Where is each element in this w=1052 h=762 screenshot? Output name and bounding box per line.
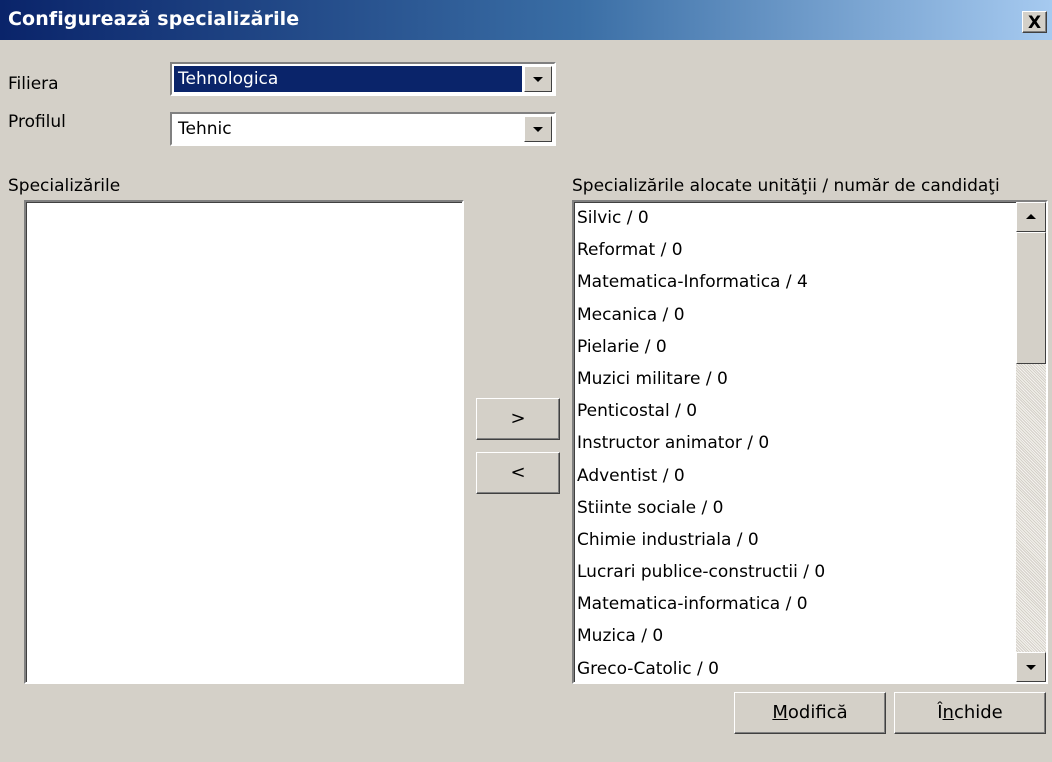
window-title: Configurează specializările — [8, 8, 300, 30]
title-bar: Configurează specializările X — [0, 0, 1052, 40]
arrow-up-icon — [1026, 214, 1036, 219]
specializari-label: Specializările — [8, 176, 121, 196]
add-button-label: > — [510, 408, 526, 429]
specializari-list[interactable] — [24, 200, 464, 684]
remove-specialization-button[interactable]: < — [476, 452, 560, 494]
list-item[interactable]: Lucrari publice-constructii / 0 — [577, 559, 1012, 591]
close-window-button[interactable]: X — [1022, 11, 1047, 33]
list-item[interactable]: Muzica / 0 — [577, 623, 1012, 655]
close-button[interactable]: Închide — [894, 692, 1046, 734]
list-item[interactable]: Instructor animator / 0 — [577, 430, 1012, 462]
profilul-dropdown[interactable]: Tehnic — [169, 111, 557, 147]
filiera-dropdown-button[interactable] — [524, 66, 552, 92]
list-item[interactable]: Mecanica / 0 — [577, 302, 1012, 334]
vertical-scrollbar[interactable] — [1016, 202, 1046, 682]
profilul-label: Profilul — [8, 112, 66, 132]
scroll-up-button[interactable] — [1016, 202, 1046, 232]
modify-button[interactable]: Modifică — [734, 692, 886, 734]
close-button-label: Închide — [937, 702, 1003, 723]
filiera-dropdown[interactable]: Tehnologica — [169, 61, 557, 97]
remove-button-label: < — [510, 462, 526, 483]
list-item[interactable]: Matematica-Informatica / 4 — [577, 269, 1012, 301]
list-item[interactable]: Matematica-informatica / 0 — [577, 591, 1012, 623]
filiera-label: Filiera — [8, 74, 59, 94]
list-item[interactable]: Adventist / 0 — [577, 463, 1012, 495]
arrow-down-icon — [1026, 665, 1036, 670]
list-item[interactable]: Chimie industriala / 0 — [577, 527, 1012, 559]
list-item[interactable]: Silvic / 0 — [577, 205, 1012, 237]
list-item[interactable]: Stiinte sociale / 0 — [577, 495, 1012, 527]
list-item[interactable]: Pielarie / 0 — [577, 334, 1012, 366]
alocate-list-items: Silvic / 0 Reformat / 0 Matematica-Informa… — [577, 205, 1012, 682]
alocate-list[interactable]: Silvic / 0 Reformat / 0 Matematica-Informa… — [572, 200, 1048, 684]
list-item[interactable]: Reformat / 0 — [577, 237, 1012, 269]
scroll-down-button[interactable] — [1016, 652, 1046, 682]
chevron-down-icon — [533, 127, 543, 132]
modify-button-label: Modifică — [772, 702, 848, 723]
profilul-value: Tehnic — [178, 119, 232, 139]
list-item[interactable]: Greco-Catolic / 0 — [577, 656, 1012, 682]
list-item[interactable]: Penticostal / 0 — [577, 398, 1012, 430]
chevron-down-icon — [533, 77, 543, 82]
alocate-label: Specializările alocate unităţii / număr … — [572, 176, 1000, 196]
profilul-dropdown-button[interactable] — [524, 116, 552, 142]
list-item[interactable]: Muzici militare / 0 — [577, 366, 1012, 398]
filiera-value: Tehnologica — [174, 66, 522, 92]
add-specialization-button[interactable]: > — [476, 398, 560, 440]
scroll-thumb[interactable] — [1016, 232, 1046, 364]
